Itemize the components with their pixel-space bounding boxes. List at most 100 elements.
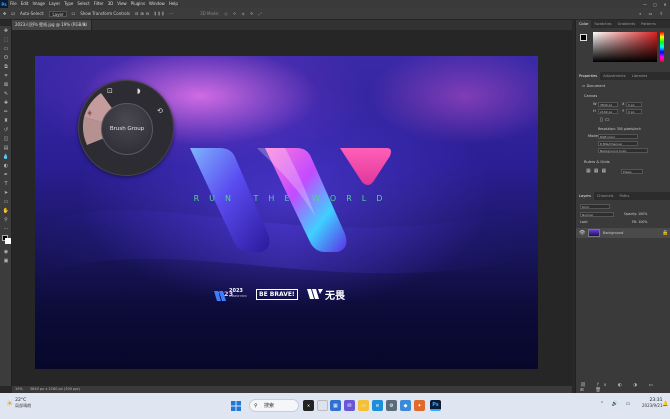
edge-icon[interactable]: e — [372, 400, 383, 411]
system-tray-icons[interactable]: ⌃ 🔊 ▭ — [600, 401, 633, 407]
clone-stamp-tool-icon[interactable]: ♜ — [0, 116, 12, 125]
frame-tool-icon[interactable]: ⊠ — [0, 80, 12, 89]
opacity-control[interactable]: Opacity: 100% — [624, 212, 647, 216]
menu-plugins[interactable]: Plugins — [129, 0, 147, 8]
store-icon[interactable]: ▦ — [330, 400, 341, 411]
zoom-level[interactable]: 19% — [15, 387, 23, 391]
auto-select-target-dropdown[interactable]: Layer — [49, 10, 67, 17]
menu-select[interactable]: Select — [75, 0, 91, 8]
brush-tool-icon[interactable]: ✏ — [0, 107, 12, 116]
color-picker-field[interactable] — [593, 32, 657, 62]
radial-center-button[interactable]: Brush Group — [101, 103, 153, 155]
close-window-button[interactable]: ✕ — [660, 2, 670, 7]
move-tool-icon[interactable]: ✥ — [0, 26, 12, 35]
zoom-tool-icon[interactable]: ⚲ — [0, 215, 12, 224]
rotate-segment-icon[interactable]: ⟲ — [157, 107, 163, 115]
healing-brush-tool-icon[interactable]: ✚ — [0, 98, 12, 107]
crop-tool-icon[interactable]: ⌗ — [0, 71, 12, 80]
layer-name[interactable]: Background — [603, 231, 623, 235]
align-icons[interactable]: ⊟⊞⊟ ⫼⫼⫼ ⋯ — [135, 11, 175, 16]
hue-slider[interactable] — [660, 32, 664, 62]
menu-help[interactable]: Help — [167, 0, 180, 8]
x-field[interactable]: 0 px — [626, 102, 642, 107]
close-tab-icon[interactable]: × — [83, 20, 86, 30]
tab-properties[interactable]: Properties — [576, 72, 601, 80]
mail-icon[interactable]: ✦ — [414, 400, 425, 411]
visibility-eye-icon[interactable]: 👁 — [579, 230, 585, 236]
notification-icon[interactable]: 🔔 — [662, 401, 668, 407]
settings-icon[interactable]: ⚙ — [386, 400, 397, 411]
menu-image[interactable]: Image — [30, 0, 47, 8]
move-tool-icon[interactable]: ✥ — [3, 11, 6, 16]
eyedropper-tool-icon[interactable]: ✎ — [0, 89, 12, 98]
foreground-color-swatch[interactable] — [580, 34, 587, 41]
width-field[interactable]: 3840 px — [598, 102, 618, 107]
grid-segment-icon[interactable]: ⋕ — [87, 110, 92, 117]
frame-segment-icon[interactable]: ⊡ — [107, 87, 113, 95]
fill-control[interactable]: Fill: 100% — [632, 220, 647, 224]
marquee-tool-icon[interactable]: ▭ — [0, 44, 12, 53]
tab-paths[interactable]: Paths — [617, 192, 633, 200]
height-field[interactable]: 2160 px — [598, 109, 618, 114]
hand-tool-icon[interactable]: ✋ — [0, 206, 12, 215]
minimize-button[interactable]: — — [640, 2, 650, 7]
task-view-icon[interactable] — [317, 400, 328, 411]
tab-channels[interactable]: Channels — [594, 192, 617, 200]
shape-segment-icon[interactable]: ◗ — [137, 87, 141, 95]
photoshop-taskbar-icon[interactable]: Ps — [430, 400, 441, 411]
history-brush-tool-icon[interactable]: ↺ — [0, 125, 12, 134]
layer-panel-footer-icons[interactable]: ⛓ fx ◐ ◑ ▭ ⊞ 🗑 — [580, 383, 670, 393]
layer-kind-filter[interactable]: Kind — [580, 204, 610, 209]
rectangle-tool-icon[interactable]: ▭ — [0, 197, 12, 206]
menu-window[interactable]: Window — [147, 0, 167, 8]
object-select-tool-icon[interactable]: ⧉ — [0, 62, 12, 71]
screen-mode-icon[interactable]: ▣ — [0, 256, 12, 265]
auto-select-checkbox[interactable]: ☑ — [11, 11, 15, 16]
clock[interactable]: 23:31 2023/9/21 — [642, 398, 663, 408]
chat-icon[interactable]: ✉ — [344, 400, 355, 411]
3d-mode-icons[interactable]: ◎ ✣ ◈ ✥ ⤢ — [224, 11, 264, 16]
blend-mode-select[interactable]: Normal — [580, 212, 614, 217]
ruler-units-select[interactable]: Pixels — [621, 169, 643, 174]
weather-widget[interactable]: ☀ 22°C 局部晴朗 — [6, 398, 31, 409]
taskbar-search[interactable]: ⚲ 搜索 — [249, 399, 299, 412]
menu-edit[interactable]: Edit — [19, 0, 31, 8]
ruler-grid-icons[interactable]: ▦▦▦ — [586, 168, 609, 174]
pen-tool-icon[interactable]: ✒ — [0, 170, 12, 179]
layer-row[interactable]: 👁 Background 🔒 — [576, 228, 670, 238]
share-search-icons[interactable]: ⌕ ▭ ⇪ — [639, 11, 666, 16]
y-field[interactable]: 0 px — [626, 109, 642, 114]
mode-select[interactable]: RGB Color — [598, 134, 638, 139]
menu-file[interactable]: File — [8, 0, 19, 8]
radial-brush-menu[interactable]: ⋕ ⊡ ◗ ⟲ Brush Group — [78, 80, 174, 176]
menu-type[interactable]: Type — [62, 0, 75, 8]
widgets-icon[interactable]: ✕ — [303, 400, 314, 411]
orientation-icons[interactable]: ▯▭ — [600, 117, 611, 123]
app-icon[interactable]: ◆ — [400, 400, 411, 411]
fill-select[interactable]: Background Color — [598, 148, 648, 153]
document-tab[interactable]: 2023人民Pa 壁纸.jpg @ 19% (RGB/8) × — [12, 20, 92, 30]
path-selection-tool-icon[interactable]: ➤ — [0, 188, 12, 197]
lasso-tool-icon[interactable]: ʘ — [0, 53, 12, 62]
tab-adjustments[interactable]: Adjustments — [600, 72, 629, 80]
dodge-tool-icon[interactable]: ◐ — [0, 161, 12, 170]
transform-controls-checkbox[interactable]: ☐ — [72, 11, 76, 16]
tab-layers[interactable]: Layers — [576, 192, 594, 200]
start-icon[interactable] — [230, 400, 241, 411]
file-explorer-icon[interactable]: ▭ — [358, 400, 369, 411]
menu-3d[interactable]: 3D — [106, 0, 116, 8]
tab-libraries[interactable]: Libraries — [629, 72, 651, 80]
quick-mask-icon[interactable]: ◉ — [0, 247, 12, 256]
tab-patterns[interactable]: Patterns — [638, 20, 659, 28]
gradient-tool-icon[interactable]: ▤ — [0, 143, 12, 152]
color-swatches-icon[interactable] — [0, 233, 12, 247]
type-tool-icon[interactable]: T — [0, 179, 12, 188]
tab-color[interactable]: Color — [576, 20, 592, 28]
menu-layer[interactable]: Layer — [47, 0, 62, 8]
more-tools-icon[interactable]: ⋯ — [0, 224, 12, 233]
blur-tool-icon[interactable]: 💧 — [0, 152, 12, 161]
tab-gradients[interactable]: Gradients — [615, 20, 639, 28]
eraser-tool-icon[interactable]: ◫ — [0, 134, 12, 143]
tab-swatches[interactable]: Swatches — [591, 20, 614, 28]
maximize-button[interactable]: ▢ — [650, 2, 660, 7]
